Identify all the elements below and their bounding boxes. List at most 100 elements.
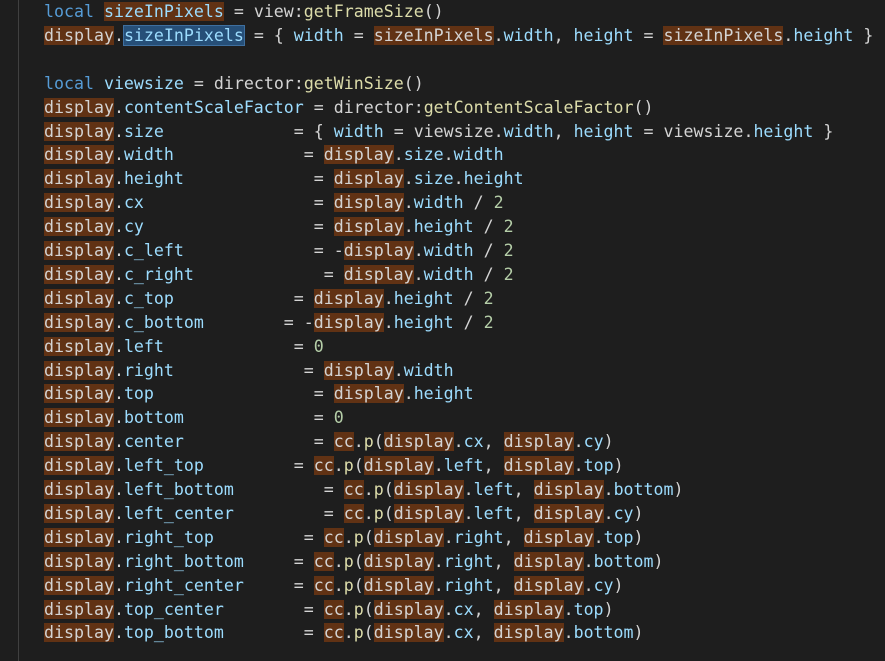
code-token: = xyxy=(233,480,344,499)
code-line[interactable]: display.right_top = cc.p(display.right, … xyxy=(44,526,644,550)
code-token: sizeInPixels xyxy=(122,24,245,46)
code-token: . xyxy=(413,264,424,284)
code-token: . xyxy=(563,623,574,643)
code-token: . xyxy=(493,121,504,141)
code-line[interactable]: display.bottom = 0 xyxy=(44,406,344,430)
code-token: display xyxy=(44,360,114,380)
code-token: display xyxy=(393,503,464,523)
code-token: . xyxy=(403,384,414,404)
code-line[interactable]: display.size = { width = viewsize.width,… xyxy=(44,120,833,144)
code-line[interactable]: display.left_bottom = cc.p(display.left,… xyxy=(44,478,684,502)
code-line[interactable]: display.top_bottom = cc.p(display.cx, di… xyxy=(44,621,644,645)
code-token: . xyxy=(583,551,594,571)
code-token: display xyxy=(333,169,404,189)
code-token: display xyxy=(44,121,114,141)
code-token: size xyxy=(123,121,164,141)
code-line[interactable]: display.width = display.size.width xyxy=(44,143,504,167)
code-token: display xyxy=(333,193,404,213)
code-token: . xyxy=(463,503,474,523)
code-token: display xyxy=(363,551,434,571)
code-line[interactable]: display.cy = display.height / 2 xyxy=(44,215,514,239)
code-token: size xyxy=(403,145,444,165)
code-token: local xyxy=(44,2,94,21)
code-line[interactable]: display.cx = display.width / 2 xyxy=(44,191,504,215)
code-token: . xyxy=(783,25,794,45)
code-token: sizeInPixels xyxy=(103,2,224,21)
code-line[interactable]: display.left_center = cc.p(display.left,… xyxy=(44,502,644,526)
code-token: ) xyxy=(633,527,644,547)
code-line[interactable]: local viewsize = director:getWinSize() xyxy=(44,72,424,96)
code-token: p xyxy=(343,575,354,595)
code-token: height xyxy=(413,217,474,237)
code-token: = xyxy=(243,551,314,571)
code-token: () xyxy=(403,73,424,93)
code-line[interactable]: local sizeInPixels = view:getFrameSize() xyxy=(44,0,444,24)
code-line[interactable]: display.right_bottom = cc.p(display.righ… xyxy=(44,550,664,574)
code-token: = xyxy=(343,25,374,45)
code-token: = { xyxy=(163,121,334,141)
code-token: , xyxy=(513,503,534,523)
code-token: cc xyxy=(323,527,344,547)
code-line[interactable]: display.top = display.height xyxy=(44,382,474,406)
code-token: p xyxy=(353,623,364,643)
code-token: . xyxy=(113,169,124,189)
code-token: , xyxy=(553,25,574,45)
code-token: getWinSize xyxy=(303,73,404,93)
code-token: : xyxy=(293,73,304,93)
code-token: cc xyxy=(343,503,364,523)
code-line[interactable]: display.left_top = cc.p(display.left, di… xyxy=(44,454,624,478)
code-token: . xyxy=(363,480,374,499)
code-token: left_bottom xyxy=(123,480,234,499)
code-token: = xyxy=(163,336,314,356)
code-token: display xyxy=(44,288,114,308)
code-token: cc xyxy=(313,575,334,595)
code-token: cy xyxy=(123,217,144,237)
code-token: . xyxy=(113,360,124,380)
code-token: } xyxy=(813,121,834,141)
code-line[interactable]: display.right = display.width xyxy=(44,359,454,383)
code-token: = xyxy=(183,432,334,452)
code-token: 2 xyxy=(483,288,494,308)
code-token: . xyxy=(433,551,444,571)
code-token: height xyxy=(463,169,524,189)
code-token: , xyxy=(513,480,534,499)
code-token: ( xyxy=(353,575,364,595)
code-line[interactable]: display.c_bottom = -display.height / 2 xyxy=(44,311,494,335)
code-token: = xyxy=(383,121,414,141)
code-token: display xyxy=(44,384,114,404)
code-token: = xyxy=(153,384,334,404)
code-token: ) xyxy=(613,456,624,476)
code-token: = xyxy=(183,169,334,189)
code-token: = xyxy=(183,73,214,93)
code-token: display xyxy=(44,97,114,117)
code-token: . xyxy=(493,25,504,45)
code-token: : xyxy=(413,97,424,117)
code-token: local xyxy=(44,73,94,93)
code-token: display xyxy=(44,312,114,332)
code-token: . xyxy=(603,480,614,499)
code-line[interactable]: display.top_center = cc.p(display.cx, di… xyxy=(44,598,614,622)
code-token: . xyxy=(383,312,394,332)
code-token: . xyxy=(113,145,124,165)
code-line[interactable]: display.sizeInPixels = { width = sizeInP… xyxy=(44,24,873,48)
code-token: display xyxy=(493,623,564,643)
code-line[interactable]: display.right_center = cc.p(display.righ… xyxy=(44,574,624,598)
code-line[interactable]: display.height = display.size.height xyxy=(44,167,524,191)
code-token: = xyxy=(213,527,324,547)
code-line[interactable]: display.c_top = display.height / 2 xyxy=(44,287,494,311)
code-token: . xyxy=(433,575,444,595)
code-line[interactable]: display.left = 0 xyxy=(44,335,324,359)
code-editor[interactable]: local sizeInPixels = view:getFrameSize()… xyxy=(0,0,885,661)
code-token: ( xyxy=(363,623,374,643)
code-token: display xyxy=(44,169,114,189)
code-token: height xyxy=(413,384,474,404)
code-token: width xyxy=(423,241,474,260)
code-line[interactable]: display.center = cc.p(display.cx, displa… xyxy=(44,430,614,454)
code-line[interactable]: display.contentScaleFactor = director:ge… xyxy=(44,96,653,120)
code-token: 2 xyxy=(503,217,514,237)
code-token: . xyxy=(113,527,124,547)
code-line[interactable]: display.c_left = -display.width / 2 xyxy=(44,239,514,263)
code-token: width xyxy=(423,264,474,284)
code-line[interactable]: display.c_right = display.width / 2 xyxy=(44,263,514,287)
